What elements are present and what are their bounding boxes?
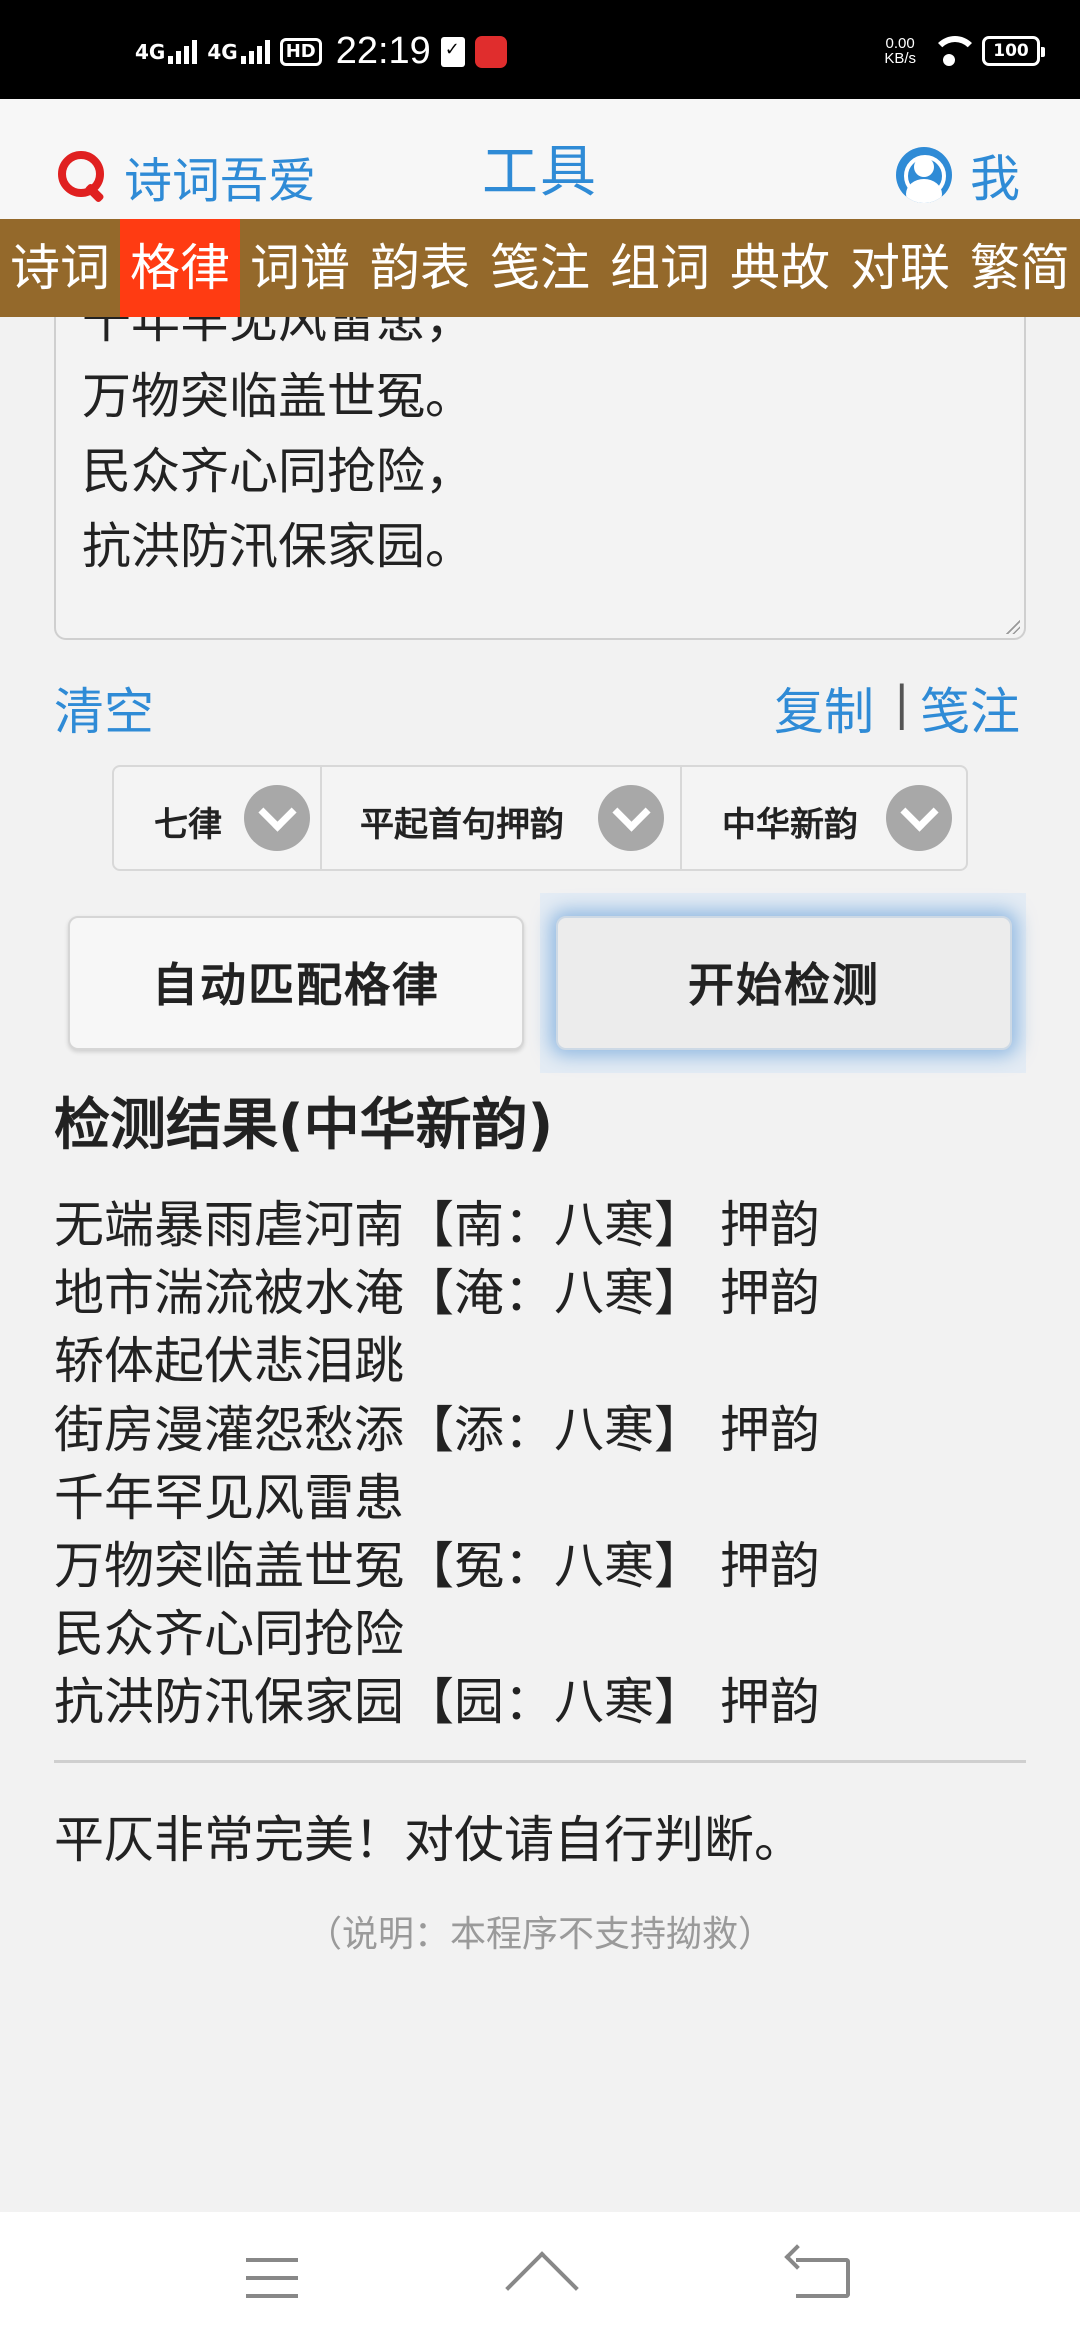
signal-icon — [168, 39, 198, 64]
results-title: 检测结果(中华新韵) — [54, 1093, 554, 1158]
system-nav-bar — [0, 2212, 1080, 2340]
status-left: 4G 4G HD 22:19 — [135, 30, 507, 73]
tab-zuci[interactable]: 组词 — [600, 219, 720, 317]
result-line: 无端暴雨虐河南【南：八寒】 押韵 — [54, 1196, 820, 1254]
profile-label: 我 — [970, 150, 1020, 208]
battery-icon: 100 — [982, 36, 1045, 66]
tab-cipu[interactable]: 词谱 — [240, 219, 360, 317]
network-speed-unit: KB/s — [884, 50, 916, 67]
network-speed: 0.00 KB/s — [884, 36, 916, 66]
clipboard-icon — [440, 36, 465, 67]
result-line: 轿体起伏悲泪跳 — [54, 1332, 404, 1390]
app-header: 诗词吾爱 工具 我 — [0, 99, 1080, 219]
divider — [54, 1760, 1026, 1763]
options-bar: 七律 平起首句押韵 中华新韵 — [112, 765, 968, 871]
annotate-button[interactable]: 笺注 — [920, 672, 1020, 744]
poem-line: 万物突临盖世冤。 — [82, 368, 475, 425]
status-bar: 4G 4G HD 22:19 0.00 KB/s 100 — [0, 0, 1080, 99]
network-type-label: 4G — [207, 39, 238, 64]
rhyme-book-select-value: 中华新韵 — [722, 805, 858, 845]
chevron-down-icon — [244, 785, 310, 851]
result-line: 街房漫灌怨愁添【添：八寒】 押韵 — [54, 1401, 820, 1459]
auto-match-button[interactable]: 自动匹配格律 — [68, 916, 524, 1050]
home-icon[interactable] — [506, 2256, 576, 2300]
signal-icon — [240, 39, 270, 64]
network-indicator-2: 4G — [207, 39, 270, 64]
clear-button[interactable]: 清空 — [54, 672, 154, 744]
resize-handle-icon[interactable] — [1006, 620, 1020, 634]
tab-gelv[interactable]: 格律 — [120, 219, 240, 317]
result-line: 地市湍流被水淹【淹：八寒】 押韵 — [54, 1264, 820, 1322]
chevron-down-icon — [886, 785, 952, 851]
copy-button[interactable]: 复制 — [774, 672, 874, 744]
tool-tabs: 诗词 格律 词谱 韵表 笺注 组词 典故 对联 繁简 — [0, 219, 1080, 317]
tab-diangu[interactable]: 典故 — [720, 219, 840, 317]
poem-line: 民众齐心同抢险， — [82, 443, 475, 500]
network-speed-value: 0.00 — [885, 35, 915, 52]
user-icon — [896, 147, 952, 203]
wifi-icon — [930, 36, 979, 66]
results-summary: 平仄非常完美！对仗请自行判断。 — [54, 1811, 804, 1869]
form-select[interactable]: 七律 — [114, 767, 322, 869]
result-line: 万物突临盖世冤【冤：八寒】 押韵 — [54, 1537, 820, 1595]
network-type-label: 4G — [135, 39, 166, 64]
form-select-value: 七律 — [154, 805, 222, 845]
results-note: （说明：本程序不支持拗救） — [305, 1914, 774, 1955]
status-time: 22:19 — [335, 30, 431, 72]
back-icon[interactable] — [796, 2258, 850, 2298]
tab-jianzhu[interactable]: 笺注 — [480, 219, 600, 317]
result-line: 千年罕见风雷患 — [54, 1469, 404, 1527]
start-check-button[interactable]: 开始检测 — [556, 916, 1012, 1050]
status-right: 0.00 KB/s 100 — [884, 36, 1045, 66]
chevron-down-icon — [598, 785, 664, 851]
tab-yunbiao[interactable]: 韵表 — [360, 219, 480, 317]
tab-duilian[interactable]: 对联 — [840, 219, 960, 317]
poem-textarea[interactable]: 千年罕见风雷患， 万物突临盖世冤。 民众齐心同抢险， 抗洪防汛保家园。 — [54, 317, 1026, 640]
tab-fanjian[interactable]: 繁简 — [960, 219, 1080, 317]
result-line: 抗洪防汛保家园【园：八寒】 押韵 — [54, 1673, 820, 1731]
tab-shici[interactable]: 诗词 — [0, 219, 120, 317]
poem-line: 千年罕见风雷患， — [82, 317, 475, 349]
menu-icon[interactable] — [246, 2258, 298, 2298]
hd-voice-icon: HD — [279, 37, 322, 66]
poem-line: 抗洪防汛保家园。 — [82, 518, 475, 575]
app-notification-icon — [474, 35, 507, 68]
profile-button[interactable]: 我 — [896, 139, 1020, 211]
link-separator: | — [894, 676, 910, 730]
rhyme-book-select[interactable]: 中华新韵 — [682, 767, 966, 869]
result-line: 民众齐心同抢险 — [54, 1605, 404, 1663]
rhyme-start-select-value: 平起首句押韵 — [360, 805, 564, 845]
rhyme-start-select[interactable]: 平起首句押韵 — [322, 767, 682, 869]
network-indicator-1: 4G — [135, 39, 198, 64]
